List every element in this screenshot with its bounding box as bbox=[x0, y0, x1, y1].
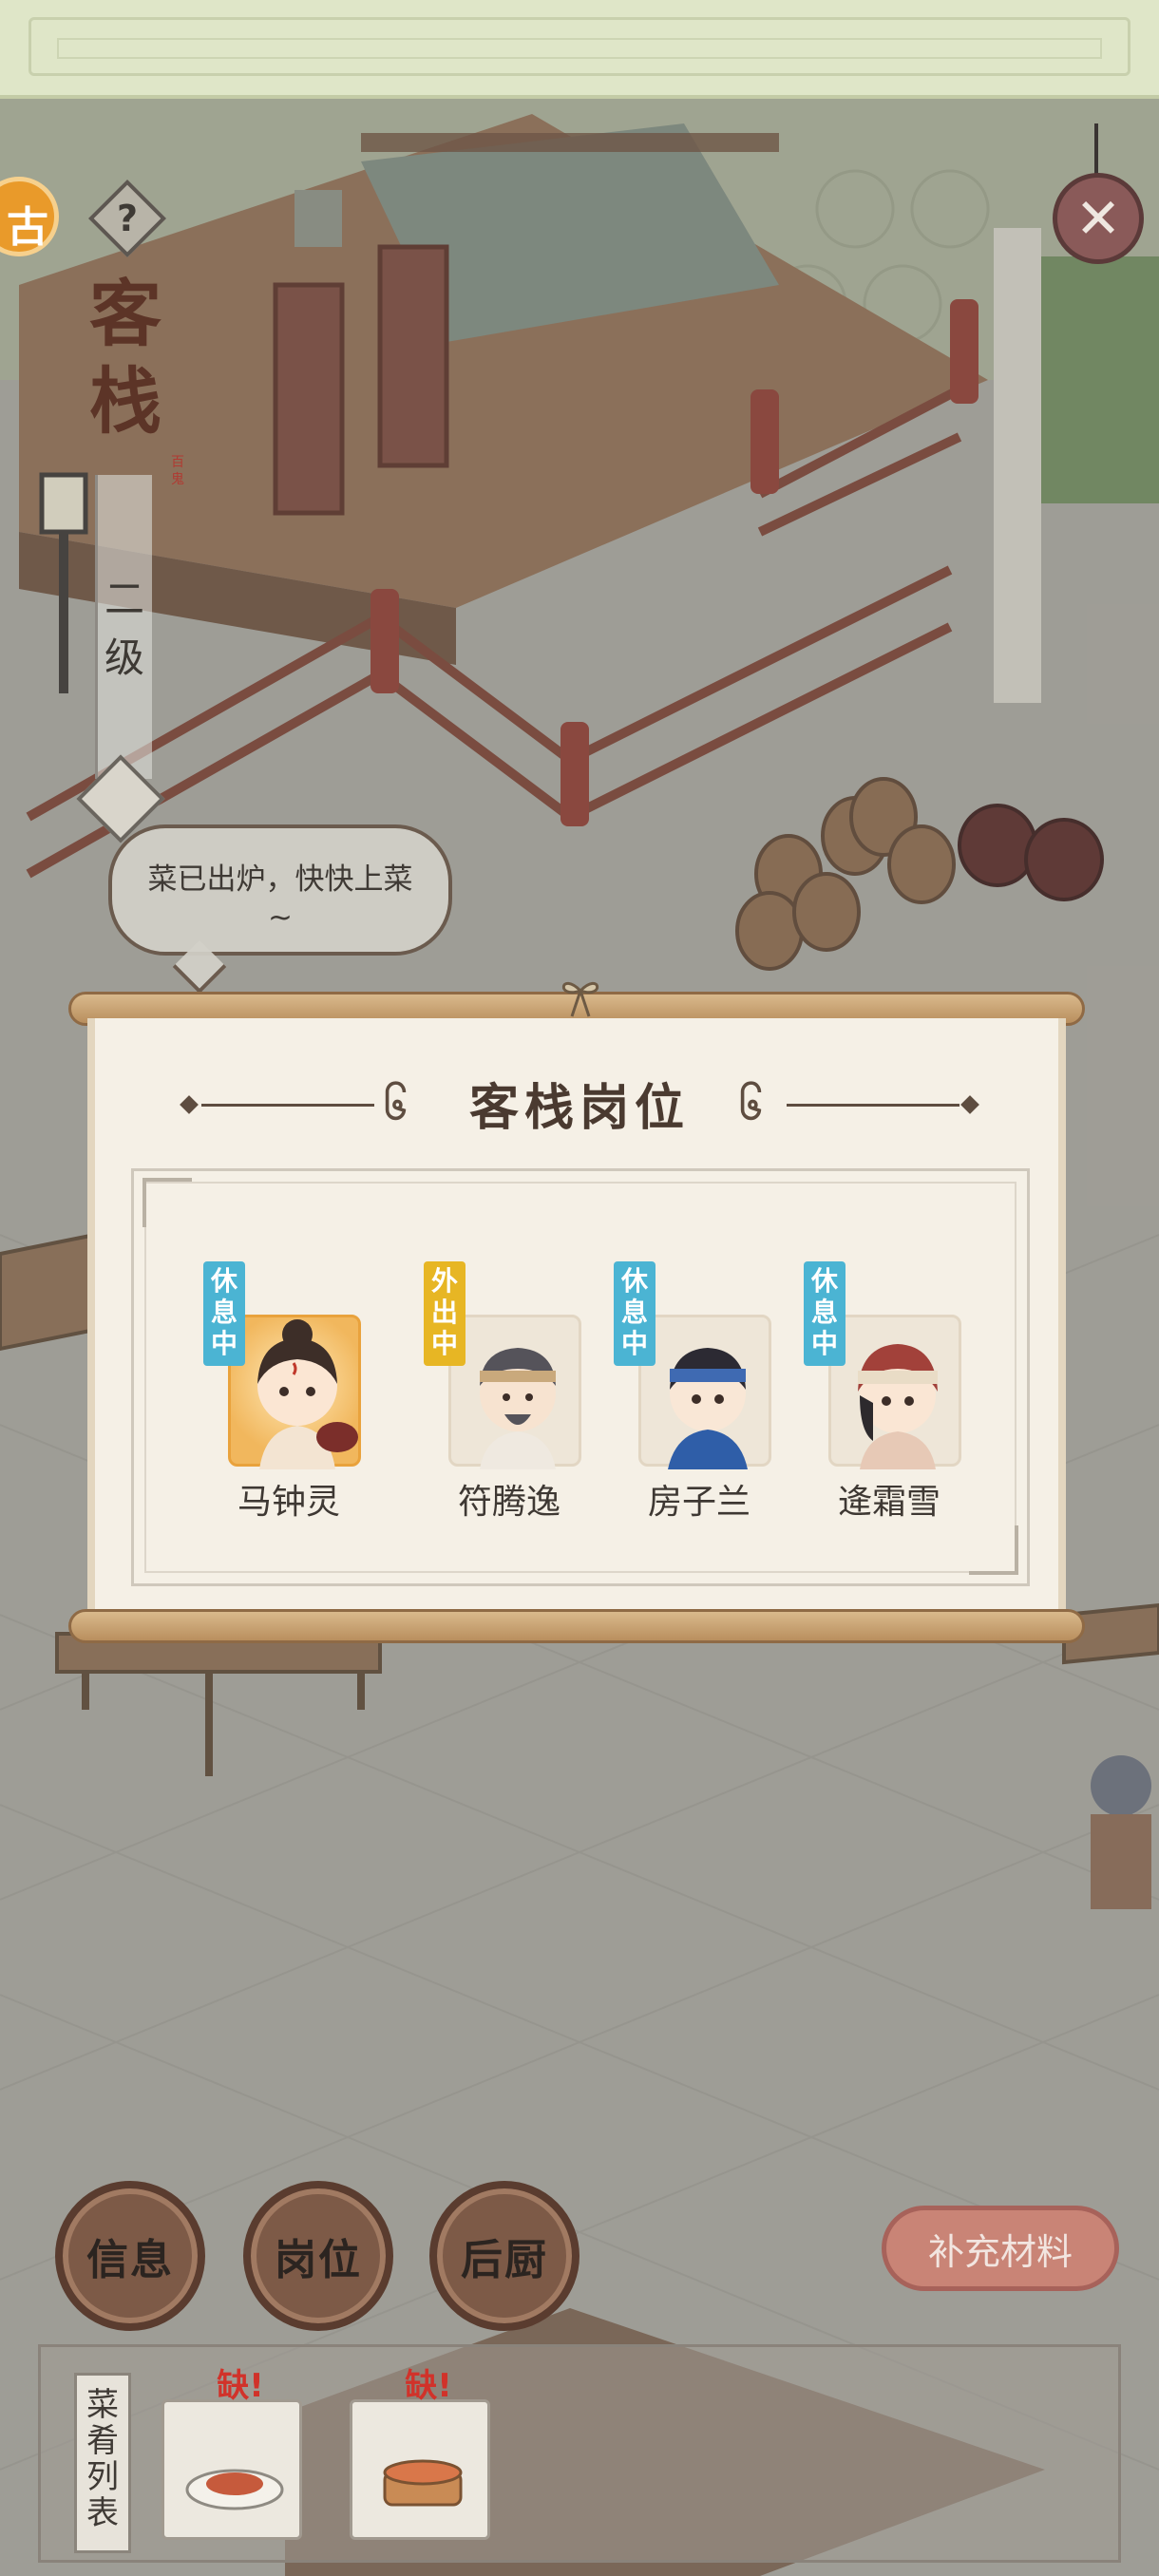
inn-level: 二级 bbox=[104, 576, 144, 681]
lack-tag: 缺! bbox=[405, 2367, 452, 2405]
title-right-line bbox=[787, 1104, 960, 1107]
inn-title: 客栈 bbox=[89, 272, 162, 444]
top-frame-inner-border bbox=[57, 38, 1102, 59]
scroll-knot-icon bbox=[561, 981, 599, 1017]
staff-portrait bbox=[228, 1315, 361, 1469]
supply-materials-label: 补充材料 bbox=[927, 2230, 1073, 2273]
info-button-label: 信息 bbox=[86, 2236, 174, 2284]
staff-card-4[interactable]: 休息中 逄霜雪 bbox=[804, 1261, 965, 1524]
supply-materials-button[interactable]: 补充材料 bbox=[882, 2206, 1119, 2291]
top-frame bbox=[0, 0, 1159, 99]
dish-slot-1[interactable] bbox=[162, 2399, 302, 2540]
staff-portrait bbox=[638, 1315, 771, 1469]
lantern-string bbox=[1094, 123, 1098, 177]
dish-list-tab[interactable]: 菜肴列表 bbox=[74, 2373, 131, 2553]
inn-seal-stamp: 百鬼 bbox=[171, 455, 184, 487]
kitchen-button[interactable]: 后厨 bbox=[429, 2181, 580, 2331]
staff-name: 符腾逸 bbox=[457, 1483, 560, 1522]
staff-name: 逄霜雪 bbox=[837, 1483, 940, 1522]
lack-tag: 缺! bbox=[217, 2367, 264, 2405]
speech-bubble-text: 菜已出炉，快快上菜~ bbox=[147, 862, 413, 935]
panel-title: 客栈岗位 bbox=[468, 1079, 690, 1137]
staff-card-1[interactable]: 休息中 马钟灵 bbox=[203, 1261, 365, 1524]
staff-card-3[interactable]: 休息中 房子兰 bbox=[614, 1261, 775, 1524]
staff-name: 房子兰 bbox=[647, 1483, 750, 1522]
staff-status-tag: 休息中 bbox=[804, 1261, 846, 1366]
event-badge-text: 古 bbox=[7, 203, 48, 252]
staff-card-2[interactable]: 外出中 符腾逸 bbox=[424, 1261, 585, 1524]
steamer-dish-icon bbox=[383, 2459, 463, 2507]
plate-dish-icon bbox=[185, 2469, 284, 2510]
close-icon: ✕ bbox=[1074, 186, 1122, 251]
kitchen-button-label: 后厨 bbox=[461, 2236, 548, 2284]
title-right-swirl-icon: ၆ bbox=[739, 1081, 763, 1129]
staff-portrait bbox=[448, 1315, 581, 1469]
help-button[interactable]: ? bbox=[87, 179, 167, 258]
info-button[interactable]: 信息 bbox=[55, 2181, 205, 2331]
staff-status-tag: 休息中 bbox=[203, 1261, 245, 1366]
post-button-label: 岗位 bbox=[275, 2236, 362, 2284]
staff-status-tag: 休息中 bbox=[614, 1261, 656, 1366]
fret-corner-top-left bbox=[142, 1178, 192, 1227]
dish-slot-2[interactable] bbox=[350, 2399, 490, 2540]
help-icon: ? bbox=[116, 198, 139, 239]
staff-status-tag: 外出中 bbox=[424, 1261, 466, 1366]
dish-list-label: 菜肴列表 bbox=[86, 2386, 119, 2532]
staff-portrait bbox=[828, 1315, 961, 1469]
fret-corner-bottom-right bbox=[969, 1525, 1018, 1575]
scroll-bottom-rod bbox=[68, 1609, 1085, 1643]
speech-bubble: 菜已出炉，快快上菜~ bbox=[108, 824, 452, 956]
post-button[interactable]: 岗位 bbox=[243, 2181, 393, 2331]
staff-name: 马钟灵 bbox=[237, 1483, 340, 1522]
close-button[interactable]: ✕ bbox=[1053, 173, 1144, 264]
